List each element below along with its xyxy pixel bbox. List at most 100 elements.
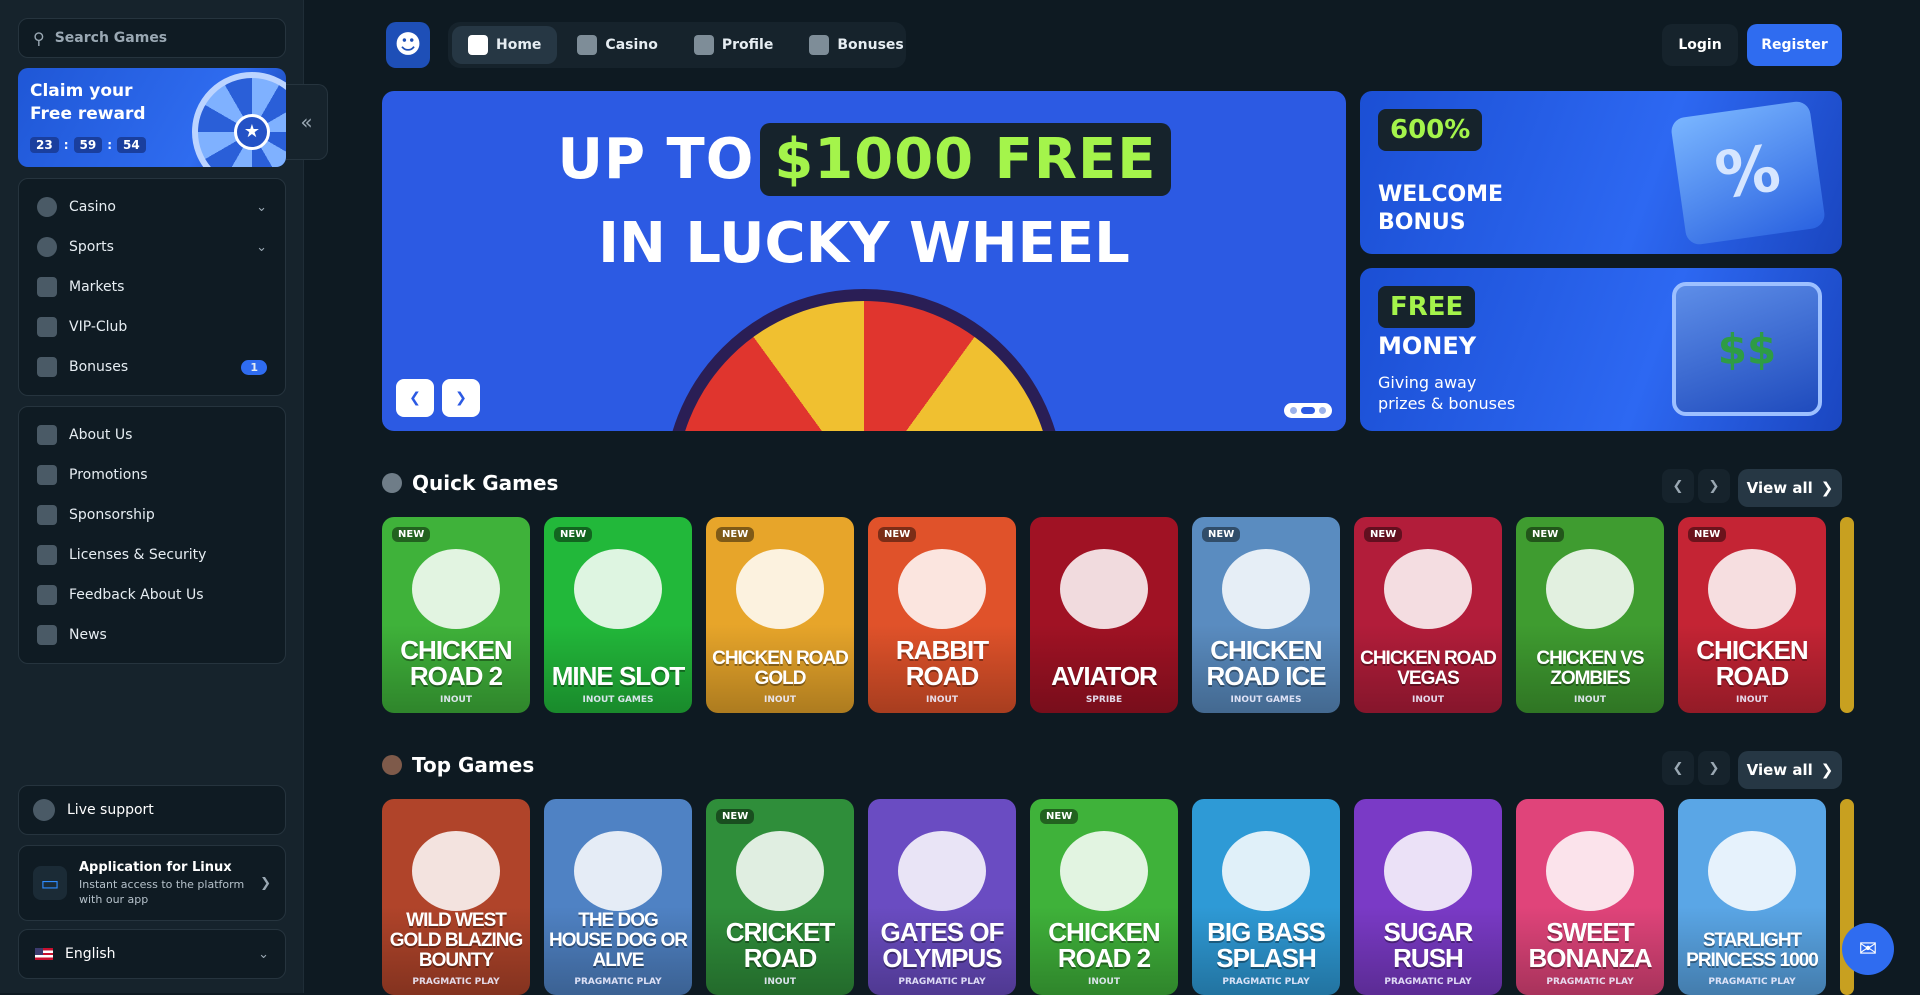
sidebar-item-licenses-security[interactable]: Licenses & Security [19, 535, 285, 575]
game-tile[interactable]: STARLIGHT PRINCESS 1000 PRAGMATIC PLAY [1678, 799, 1826, 995]
tab-label: Home [496, 37, 542, 53]
game-name: GATES OF OLYMPUS [880, 917, 1005, 973]
games-row: NEW CHICKEN ROAD 2 INOUT NEW MINE SLOT INOUT … [382, 517, 1854, 713]
sidebar-item-bonuses[interactable]: Bonuses 1 [19, 347, 285, 387]
game-name: RABBIT ROAD [895, 635, 989, 691]
new-badge: NEW [1202, 527, 1241, 542]
game-provider: SPRIBE [1085, 695, 1123, 705]
game-tile[interactable]: NEW RABBIT ROAD INOUT [868, 517, 1016, 713]
game-tile[interactable]: NEW CHICKEN ROAD GOLD INOUT [706, 517, 854, 713]
slide-dot-active[interactable] [1301, 407, 1315, 414]
game-tile[interactable]: NEW CHICKEN ROAD ICE INOUT GAMES [1192, 517, 1340, 713]
sidebar-item-sponsorship[interactable]: Sponsorship [19, 495, 285, 535]
game-name: SUGAR RUSH [1383, 917, 1474, 973]
collapse-sidebar-button[interactable]: « [286, 84, 328, 160]
tab-casino[interactable]: Casino [561, 26, 673, 64]
tab-label: Casino [605, 37, 658, 53]
slider-prev-button[interactable]: ❮ [396, 379, 434, 417]
fortune-wheel-icon: ★ [192, 72, 286, 167]
section-title: Quick Games [412, 471, 559, 495]
newspaper-icon [37, 625, 57, 645]
site-logo[interactable]: ☻ [386, 22, 430, 68]
countdown-timer: 23:59:54 [30, 134, 146, 153]
sidebar-item-feedback-about-us[interactable]: Feedback About Us [19, 575, 285, 615]
sidebar-item-news[interactable]: News [19, 615, 285, 655]
game-art [736, 549, 824, 629]
tab-bonuses[interactable]: Bonuses [793, 26, 919, 64]
us-flag-icon [35, 948, 53, 960]
game-tile[interactable]: NEW CHICKEN ROAD VEGAS INOUT [1354, 517, 1502, 713]
game-tile[interactable]: BIG BASS SPLASH PRAGMATIC PLAY [1192, 799, 1340, 995]
candlestick-icon [37, 277, 57, 297]
game-tile[interactable]: NEW CHICKEN ROAD 2 INOUT [382, 517, 530, 713]
sidebar-item-label: Promotions [69, 467, 148, 483]
game-tile[interactable]: SWEET BONANZA PRAGMATIC PLAY [1516, 799, 1664, 995]
tab-profile[interactable]: Profile [678, 26, 789, 64]
promo-pill: FREE [1378, 286, 1476, 328]
game-tile[interactable]: NEW MINE SLOT INOUT GAMES [544, 517, 692, 713]
sidebar-item-vip-club[interactable]: VIP-Club [19, 307, 285, 347]
game-tile[interactable]: NEW CHICKEN VS ZOMBIES INOUT [1516, 517, 1664, 713]
tab-home[interactable]: Home [452, 26, 558, 64]
view-all-button[interactable]: View all ❯ [1738, 751, 1842, 789]
sidebar-item-label: Markets [69, 279, 125, 295]
sidebar-item-promotions[interactable]: Promotions [19, 455, 285, 495]
chat-button[interactable]: ✉ [1842, 923, 1894, 975]
ticket-icon [37, 465, 57, 485]
sidebar-item-label: News [69, 627, 107, 643]
gift-icon [809, 35, 830, 55]
game-tile[interactable]: NEW CHICKEN ROAD 2 INOUT [1030, 799, 1178, 995]
sidebar-item-markets[interactable]: Markets [19, 267, 285, 307]
slide-dot[interactable] [1290, 407, 1297, 414]
sidebar-item-label: Sponsorship [69, 507, 155, 523]
register-button[interactable]: Register [1747, 24, 1842, 66]
live-support-button[interactable]: Live support [18, 785, 286, 835]
game-provider: INOUT [1088, 977, 1120, 987]
game-art [1060, 831, 1148, 911]
hero-slider[interactable]: UP TO $1000 FREE IN LUCKY WHEEL ❮ ❯ [382, 91, 1346, 431]
welcome-bonus-banner[interactable]: 600% WELCOME BONUS % [1360, 91, 1842, 254]
game-tile[interactable]: WILD WEST GOLD BLAZING BOUNTY PRAGMATIC P… [382, 799, 530, 995]
game-art [1222, 549, 1310, 629]
sidebar-item-sports[interactable]: Sports ⌄ [19, 227, 285, 267]
game-art [1384, 549, 1472, 629]
game-provider: INOUT [440, 695, 472, 705]
quick-games-section: Quick Games ❮ ❯ View all ❯ NEW CHICKEN ROA… [382, 469, 1854, 721]
game-tile[interactable]: SUGAR RUSH PRAGMATIC PLAY [1354, 799, 1502, 995]
game-provider: PRAGMATIC PLAY [1384, 977, 1472, 987]
language-selector[interactable]: English ⌄ [18, 929, 286, 979]
game-tile[interactable]: GATES OF OLYMPUS PRAGMATIC PLAY [868, 799, 1016, 995]
game-tile[interactable]: NEW CRICKET ROAD INOUT [706, 799, 854, 995]
search-input[interactable]: Search Games [55, 30, 167, 46]
sidebar-item-casino[interactable]: Casino ⌄ [19, 187, 285, 227]
tab-label: Profile [721, 37, 774, 53]
chevron-right-icon: ❯ [1820, 479, 1834, 497]
info-nav: About Us Promotions Sponsorship Licenses & … [18, 406, 286, 664]
game-art [1222, 831, 1310, 911]
view-all-button[interactable]: View all ❯ [1738, 469, 1842, 507]
game-art [574, 831, 662, 911]
login-button[interactable]: Login [1662, 24, 1738, 66]
game-provider: INOUT [926, 695, 958, 705]
search-box[interactable]: ⚲ Search Games [18, 18, 286, 58]
game-tile[interactable]: NEW CHICKEN ROAD INOUT [1678, 517, 1826, 713]
game-tile[interactable]: THE DOG HOUSE DOG OR ALIVE PRAGMATIC PLAY [544, 799, 692, 995]
sidebar-item-label: Feedback About Us [69, 587, 204, 603]
scroll-right-button[interactable]: ❯ [1698, 469, 1730, 503]
game-tile[interactable]: AVIATOR SPRIBE [1030, 517, 1178, 713]
claim-reward-banner[interactable]: Claim your Free reward 23:59:54 ★ [18, 68, 286, 167]
game-name: BIG BASS SPLASH [1207, 917, 1326, 973]
new-badge: NEW [1040, 809, 1079, 824]
slider-next-button[interactable]: ❯ [442, 379, 480, 417]
scroll-right-button[interactable]: ❯ [1698, 751, 1730, 785]
scroll-left-button[interactable]: ❮ [1662, 751, 1694, 785]
tab-label: Bonuses [837, 37, 904, 53]
game-art [898, 549, 986, 629]
sidebar-item-about-us[interactable]: About Us [19, 415, 285, 455]
free-money-banner[interactable]: FREE MONEY Giving away prizes & bonuses $… [1360, 268, 1842, 431]
slide-dot[interactable] [1319, 407, 1326, 414]
scroll-left-button[interactable]: ❮ [1662, 469, 1694, 503]
linux-app-banner[interactable]: ▭ Application for Linux Instant access t… [18, 845, 286, 921]
game-art [1708, 831, 1796, 911]
game-tile-partial[interactable] [1840, 517, 1854, 713]
